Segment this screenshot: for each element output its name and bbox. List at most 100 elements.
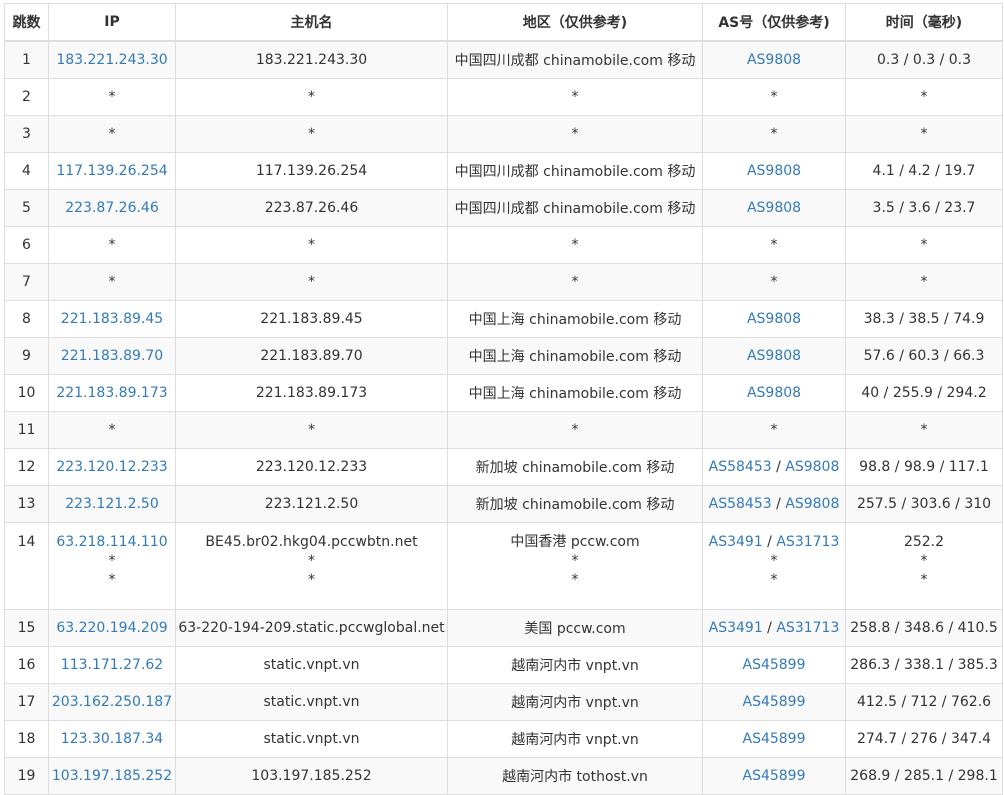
header-time: 时间（毫秒)	[846, 4, 1003, 42]
as-link[interactable]: AS58453	[709, 459, 772, 475]
time-value: 0.3 / 0.3 / 0.3	[848, 52, 1000, 68]
ip-link[interactable]: 103.197.185.252	[51, 768, 173, 784]
ip-cell: 221.183.89.70	[49, 338, 176, 375]
as-link[interactable]: AS45899	[743, 768, 806, 784]
ip-link[interactable]: 63.220.194.209	[51, 620, 173, 636]
ip-link[interactable]: 221.183.89.45	[51, 311, 173, 327]
table-row: 1563.220.194.20963-220-194-209.static.pc…	[5, 610, 1003, 647]
region-cell: *	[448, 264, 703, 301]
hop-cell: 2	[5, 79, 49, 116]
region-value: 新加坡 chinamobile.com 移动	[450, 457, 700, 477]
as-cell: AS58453 / AS9808	[703, 449, 846, 486]
time-value: *	[848, 237, 1000, 253]
region-value: *	[450, 422, 700, 438]
time-cell: 257.5 / 303.6 / 310	[846, 486, 1003, 523]
region-cell: 新加坡 chinamobile.com 移动	[448, 449, 703, 486]
ip-cell: *	[49, 264, 176, 301]
region-value: *	[450, 126, 700, 142]
region-value: *	[450, 89, 700, 105]
host-cell: 221.183.89.45	[176, 301, 448, 338]
as-line: AS9808	[705, 52, 843, 68]
as-cell: AS9808	[703, 375, 846, 412]
ip-link[interactable]: 223.121.2.50	[51, 496, 173, 512]
header-hop: 跳数	[5, 4, 49, 42]
region-cell: *	[448, 116, 703, 153]
ip-link[interactable]: 123.30.187.34	[51, 731, 173, 747]
time-cell: 286.3 / 338.1 / 385.3	[846, 647, 1003, 684]
hop-cell: 19	[5, 758, 49, 795]
host-cell: *	[176, 227, 448, 264]
ip-link[interactable]: 221.183.89.173	[51, 385, 173, 401]
as-link[interactable]: AS58453	[709, 496, 772, 512]
host-value: static.vnpt.vn	[178, 657, 445, 673]
as-line: AS9808	[705, 200, 843, 216]
as-link[interactable]: AS45899	[743, 731, 806, 747]
as-line: AS45899	[705, 694, 843, 710]
as-link[interactable]: AS45899	[743, 694, 806, 710]
as-link[interactable]: AS31713	[776, 534, 839, 550]
ip-link[interactable]: 117.139.26.254	[51, 163, 173, 179]
as-separator: /	[763, 620, 777, 636]
as-link[interactable]: AS9808	[747, 200, 801, 216]
as-link[interactable]: AS45899	[743, 657, 806, 673]
as-link[interactable]: AS9808	[785, 496, 839, 512]
host-cell: 63-220-194-209.static.pccwglobal.net	[176, 610, 448, 647]
as-link[interactable]: AS9808	[747, 163, 801, 179]
ip-link[interactable]: 221.183.89.70	[51, 348, 173, 364]
ip-link[interactable]: 183.221.243.30	[51, 52, 173, 68]
region-value: 中国四川成都 chinamobile.com 移动	[450, 198, 700, 218]
region-value: 中国四川成都 chinamobile.com 移动	[450, 161, 700, 181]
hop-cell: 5	[5, 190, 49, 227]
host-cell: 223.120.12.233	[176, 449, 448, 486]
as-link[interactable]: AS31713	[776, 620, 839, 636]
as-link[interactable]: AS9808	[747, 385, 801, 401]
table-row: 7*****	[5, 264, 1003, 301]
time-cell: *	[846, 79, 1003, 116]
time-cell: 268.9 / 285.1 / 298.1	[846, 758, 1003, 795]
table-row: 6*****	[5, 227, 1003, 264]
as-link[interactable]: AS9808	[747, 311, 801, 327]
region-value: *	[450, 552, 700, 571]
host-value: *	[178, 571, 445, 590]
ip-link[interactable]: 223.87.26.46	[51, 200, 173, 216]
ip-link[interactable]: 223.120.12.233	[51, 459, 173, 475]
as-link[interactable]: AS9808	[747, 52, 801, 68]
host-cell: 223.121.2.50	[176, 486, 448, 523]
region-cell: 越南河内市 tothost.vn	[448, 758, 703, 795]
host-cell: *	[176, 412, 448, 449]
host-value: *	[178, 126, 445, 142]
as-cell: AS3491 / AS31713	[703, 610, 846, 647]
ip-cell: 223.121.2.50	[49, 486, 176, 523]
as-link[interactable]: AS3491	[709, 620, 763, 636]
table-row: 2*****	[5, 79, 1003, 116]
time-value: 274.7 / 276 / 347.4	[848, 731, 1000, 747]
host-value: static.vnpt.vn	[178, 694, 445, 710]
as-link[interactable]: AS9808	[747, 348, 801, 364]
ip-link[interactable]: 113.171.27.62	[51, 657, 173, 673]
ip-link[interactable]: 63.218.114.110	[51, 533, 173, 552]
host-cell: 223.87.26.46	[176, 190, 448, 227]
as-link[interactable]: AS9808	[785, 459, 839, 475]
as-value: *	[771, 422, 778, 438]
time-cell: *	[846, 264, 1003, 301]
hop-cell: 18	[5, 721, 49, 758]
as-line: *	[705, 571, 843, 590]
region-value: 越南河内市 vnpt.vn	[450, 655, 700, 675]
as-value: *	[771, 274, 778, 290]
hop-cell: 17	[5, 684, 49, 721]
time-value: *	[848, 422, 1000, 438]
ip-link[interactable]: 203.162.250.187	[51, 694, 173, 710]
as-link[interactable]: AS3491	[709, 534, 763, 550]
host-cell: *	[176, 264, 448, 301]
ip-cell: 223.120.12.233	[49, 449, 176, 486]
host-cell: *	[176, 79, 448, 116]
as-line: AS9808	[705, 348, 843, 364]
region-cell: 越南河内市 vnpt.vn	[448, 721, 703, 758]
as-line: *	[705, 237, 843, 253]
ip-cell: 63.218.114.110**	[49, 523, 176, 610]
host-value: 223.120.12.233	[178, 459, 445, 475]
hop-cell: 3	[5, 116, 49, 153]
as-cell: AS3491 / AS31713**	[703, 523, 846, 610]
as-cell: *	[703, 116, 846, 153]
region-cell: 美国 pccw.com	[448, 610, 703, 647]
